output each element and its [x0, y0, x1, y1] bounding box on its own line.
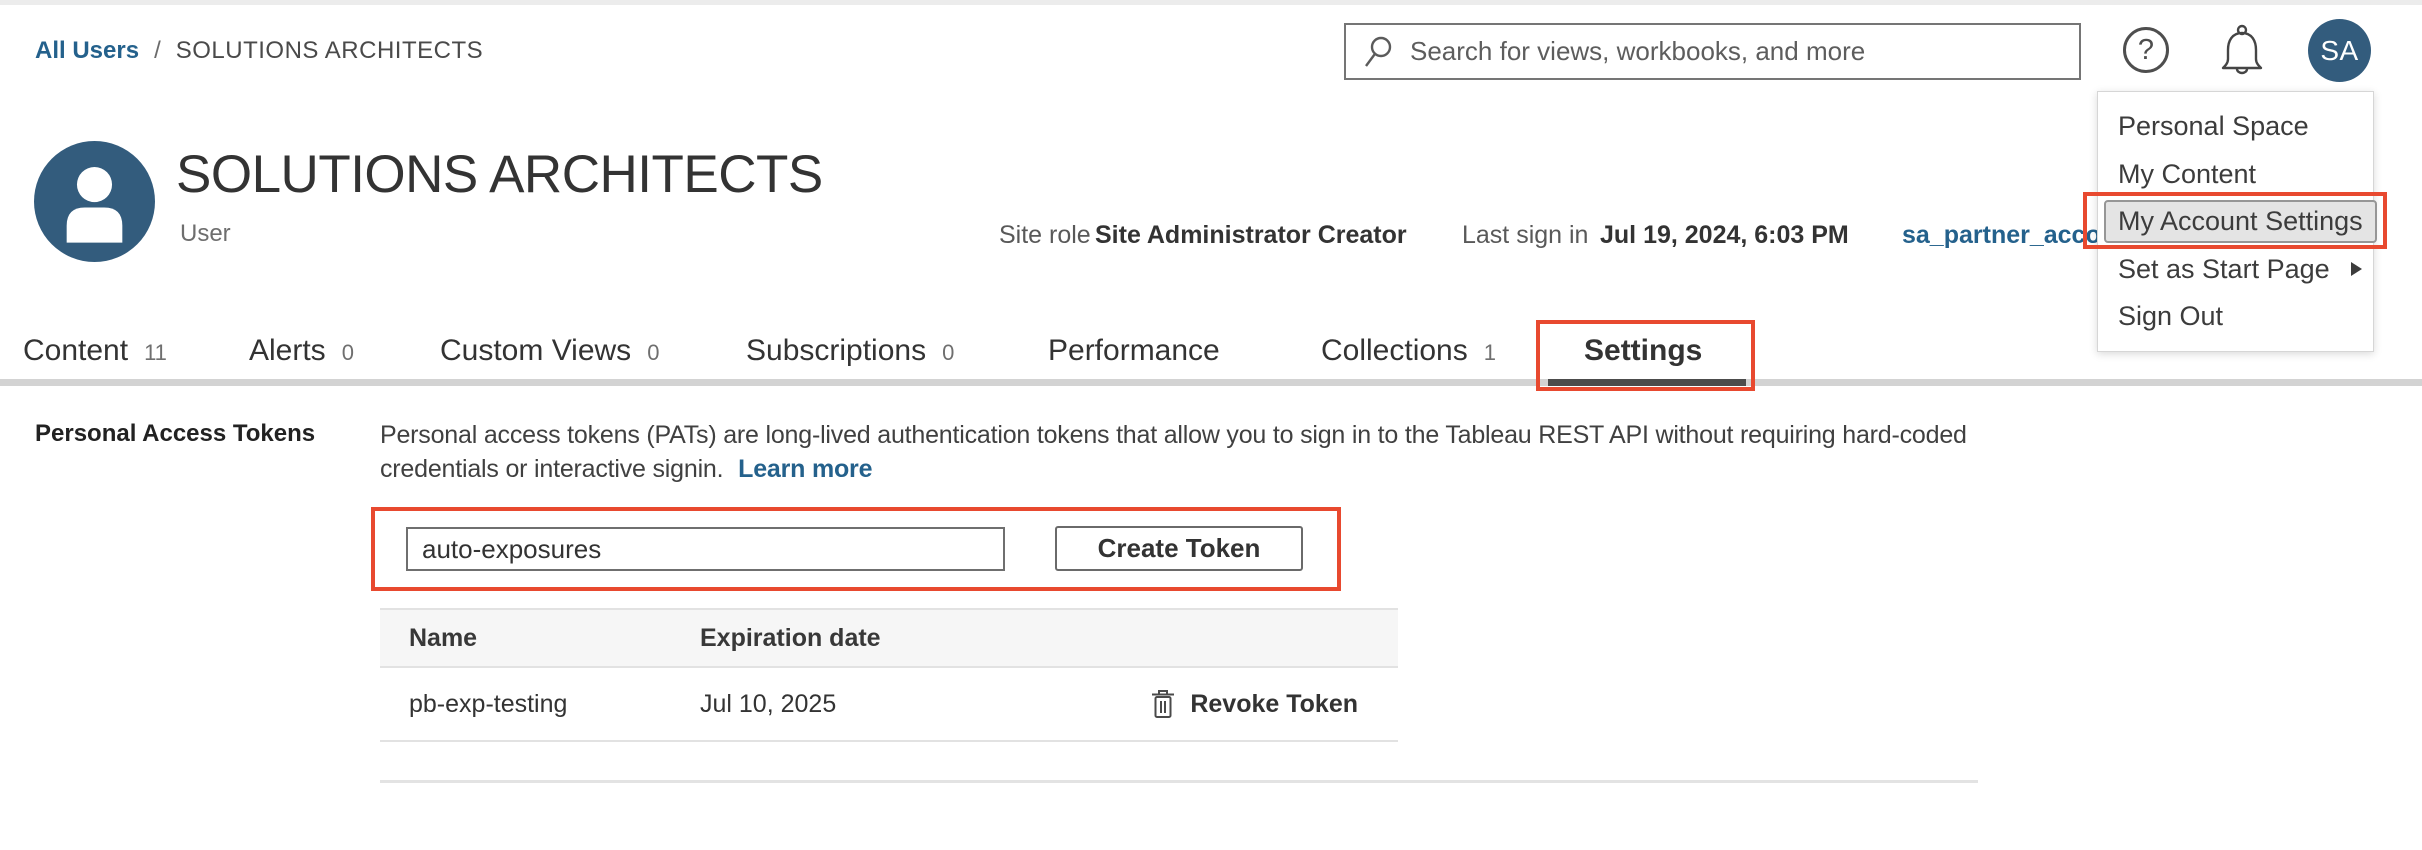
table-row: pb-exp-testing Jul 10, 2025 Revoke Token — [380, 668, 1398, 742]
tab-label: Custom Views — [440, 331, 631, 371]
tab-label: Performance — [1048, 331, 1220, 371]
tab-settings[interactable]: Settings — [1584, 331, 1702, 371]
person-icon — [34, 141, 155, 262]
last-sign-in-label: Last sign in — [1462, 221, 1588, 250]
tab-performance[interactable]: Performance — [1048, 331, 1220, 371]
site-role-value: Site Administrator Creator — [1095, 221, 1407, 250]
menu-item-label: Sign Out — [2118, 301, 2223, 332]
pat-section-heading: Personal Access Tokens — [35, 420, 315, 448]
avatar-initials: SA — [2320, 35, 2358, 67]
tab-count: 11 — [144, 333, 167, 373]
tab-alerts[interactable]: Alerts 0 — [249, 331, 354, 373]
tab-label: Settings — [1584, 331, 1702, 371]
menu-item-label: Personal Space — [2118, 111, 2309, 142]
profile-avatar — [34, 141, 155, 262]
token-table-header: Name Expiration date — [380, 608, 1398, 668]
submenu-arrow-icon — [2350, 261, 2363, 277]
user-account-menu: Personal Space My Content My Account Set… — [2097, 91, 2374, 352]
menu-item-set-as-start-page[interactable]: Set as Start Page — [2098, 246, 2373, 294]
breadcrumb-all-users-link[interactable]: All Users — [35, 37, 139, 65]
tab-label: Collections — [1321, 331, 1468, 371]
tab-custom-views[interactable]: Custom Views 0 — [440, 331, 659, 373]
last-sign-in-value: Jul 19, 2024, 6:03 PM — [1600, 221, 1849, 250]
token-table: Name Expiration date pb-exp-testing Jul … — [380, 608, 1398, 742]
menu-item-label: My Content — [2118, 159, 2256, 190]
page-title: SOLUTIONS ARCHITECTS — [176, 144, 823, 205]
pat-description: Personal access tokens (PATs) are long-l… — [380, 419, 1992, 486]
tab-count: 1 — [1484, 333, 1496, 373]
profile-tabs: Content 11 Alerts 0 Custom Views 0 Subsc… — [0, 331, 2422, 373]
tab-count: 0 — [342, 333, 354, 373]
menu-item-my-account-settings[interactable]: My Account Settings — [2098, 198, 2373, 246]
token-name-input[interactable] — [406, 527, 1005, 571]
column-header-name: Name — [409, 624, 700, 653]
column-header-expiration: Expiration date — [700, 624, 881, 653]
create-token-button[interactable]: Create Token — [1055, 526, 1303, 571]
help-icon[interactable]: ? — [2123, 27, 2169, 73]
search-icon — [1363, 35, 1395, 69]
section-divider — [380, 780, 1978, 783]
site-role-label: Site role — [999, 221, 1091, 250]
pat-description-text: Personal access tokens (PATs) are long-l… — [380, 421, 1967, 483]
tab-bar-underline — [0, 379, 2422, 386]
trash-icon — [1150, 689, 1176, 719]
search-bar[interactable] — [1344, 23, 2081, 80]
token-name-cell: pb-exp-testing — [409, 690, 700, 719]
window-top-edge — [0, 0, 2422, 5]
tab-label: Alerts — [249, 331, 326, 371]
menu-item-label: My Account Settings — [2104, 200, 2377, 243]
tab-collections[interactable]: Collections 1 — [1321, 331, 1496, 373]
token-expiration-cell: Jul 10, 2025 — [700, 690, 1150, 719]
help-glyph: ? — [2138, 34, 2154, 67]
tab-subscriptions[interactable]: Subscriptions 0 — [746, 331, 954, 373]
user-avatar[interactable]: SA — [2308, 19, 2371, 82]
menu-item-sign-out[interactable]: Sign Out — [2098, 293, 2373, 341]
breadcrumb: All Users / SOLUTIONS ARCHITECTS — [35, 37, 483, 65]
search-input[interactable] — [1410, 25, 2079, 78]
breadcrumb-separator: / — [154, 37, 161, 65]
tab-content[interactable]: Content 11 — [23, 331, 167, 373]
revoke-token-label: Revoke Token — [1190, 690, 1358, 719]
menu-item-label: Set as Start Page — [2118, 254, 2330, 285]
active-tab-indicator — [1548, 379, 1746, 386]
breadcrumb-current: SOLUTIONS ARCHITECTS — [176, 37, 483, 65]
tab-count: 0 — [942, 333, 954, 373]
tab-count: 0 — [647, 333, 659, 373]
tab-label: Subscriptions — [746, 331, 926, 371]
notifications-bell-icon[interactable] — [2214, 21, 2270, 81]
menu-item-my-content[interactable]: My Content — [2098, 151, 2373, 199]
tab-label: Content — [23, 331, 128, 371]
username-link[interactable]: sa_partner_accou — [1902, 221, 2116, 250]
revoke-token-button[interactable]: Revoke Token — [1150, 689, 1398, 719]
menu-item-personal-space[interactable]: Personal Space — [2098, 103, 2373, 151]
learn-more-link[interactable]: Learn more — [738, 455, 872, 483]
profile-subtitle: User — [180, 220, 231, 248]
